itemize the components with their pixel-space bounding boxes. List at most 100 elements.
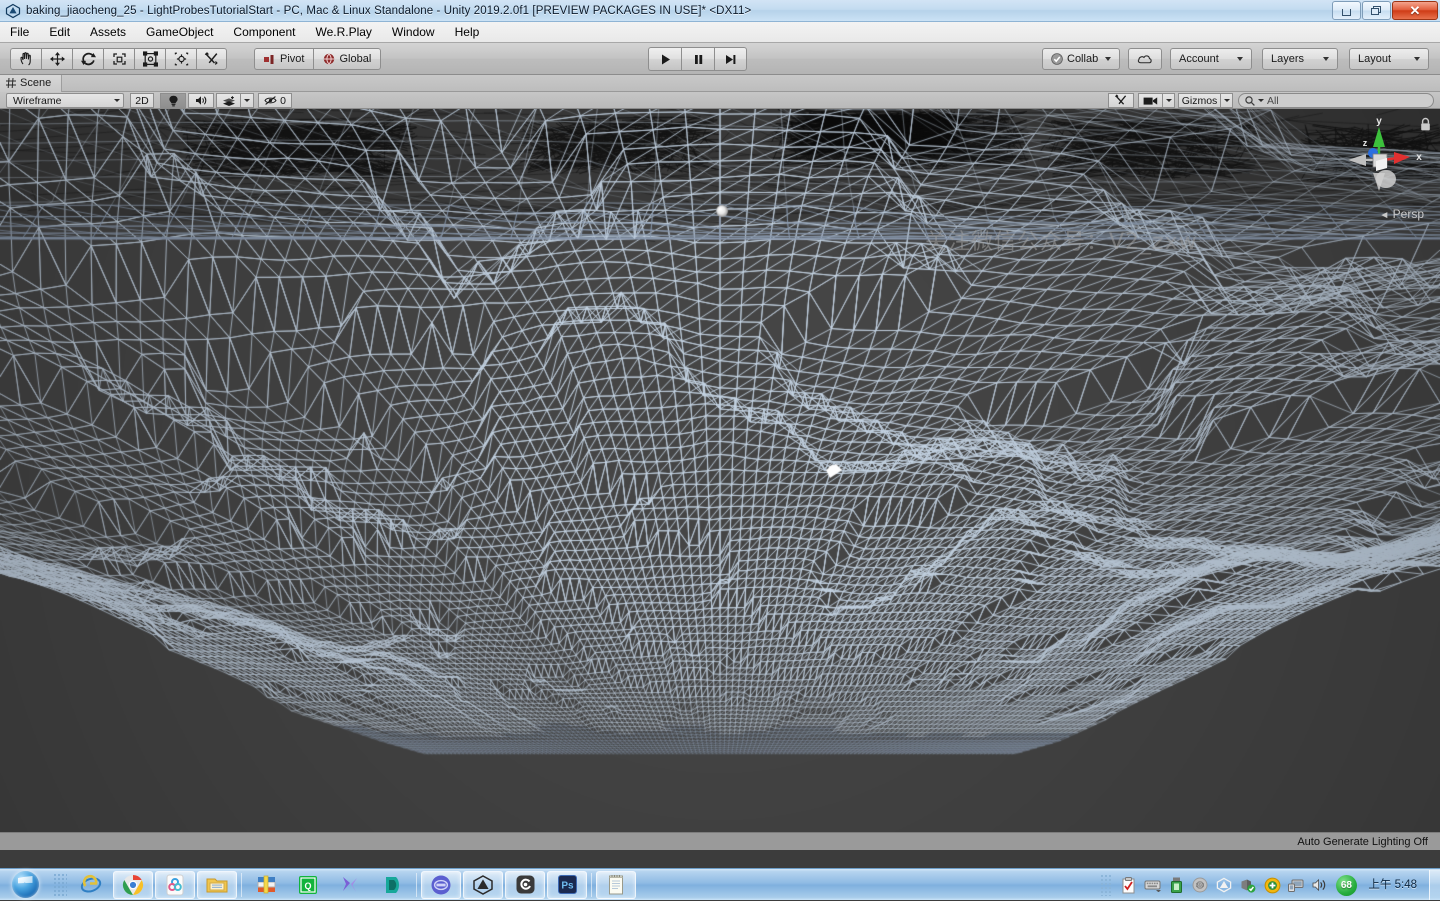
scene-camera-button[interactable] xyxy=(1138,93,1162,108)
menu-gameobject[interactable]: GameObject xyxy=(137,23,222,41)
rotate-tool-button[interactable] xyxy=(72,48,103,70)
chevron-down-icon xyxy=(1323,57,1329,61)
custom-tool-button[interactable] xyxy=(196,48,227,70)
menu-assets[interactable]: Assets xyxy=(81,23,135,41)
account-label: Account xyxy=(1179,53,1219,65)
panel-tabbar: Scene xyxy=(0,74,1440,92)
speaker-icon xyxy=(195,96,206,105)
taskbar-google-chrome-icon[interactable] xyxy=(113,870,153,899)
pivot-toggle[interactable]: Pivot xyxy=(254,48,314,70)
scene-viewport[interactable]: 关注微信公众号：V2_zxw y x z ◄ Persp Auto Genera… xyxy=(0,109,1440,850)
tray-gray-disc-icon[interactable]: 360 xyxy=(1189,873,1211,897)
taskbar-clock[interactable]: 上午 5:48 xyxy=(1360,879,1427,892)
taskbar-notepad-icon[interactable] xyxy=(596,870,636,899)
scene-wireframe-render[interactable] xyxy=(0,109,1440,850)
layers-label: Layers xyxy=(1271,53,1305,65)
auto-generate-lighting-status: Auto Generate Lighting Off xyxy=(1297,835,1428,848)
collab-button[interactable]: Collab xyxy=(1042,48,1120,70)
main-toolbar: Pivot Global Collab Account Layers Layou… xyxy=(0,43,1440,75)
camera-icon xyxy=(1143,96,1158,105)
tray-unity-hub-icon[interactable] xyxy=(1213,873,1235,897)
menu-file[interactable]: File xyxy=(1,23,38,41)
taskbar-teal-app-icon[interactable] xyxy=(372,871,412,899)
gizmos-dropdown[interactable] xyxy=(1220,93,1233,108)
window-titlebar: baking_jiaocheng_25 - LightProbesTutoria… xyxy=(0,0,1440,22)
scene-search-placeholder: All xyxy=(1267,94,1279,107)
taskbar-winrar-icon[interactable] xyxy=(246,871,286,899)
layers-dropdown[interactable]: Layers xyxy=(1262,48,1338,70)
menu-edit[interactable]: Edit xyxy=(40,23,79,41)
search-icon xyxy=(1245,95,1255,106)
taskbar-blue-stamp-app-icon[interactable] xyxy=(421,870,461,899)
system-tray: 360 68 上午 5:48 xyxy=(1100,869,1440,901)
grid-icon xyxy=(6,78,16,88)
restore-button[interactable] xyxy=(1362,1,1391,20)
taskbar-internet-explorer-icon[interactable] xyxy=(71,871,111,899)
gizmos-button[interactable]: Gizmos xyxy=(1178,93,1220,108)
scene-fx-dropdown[interactable] xyxy=(240,93,254,108)
windows-taskbar: Q Ps 360 68 上午 5:48 xyxy=(0,868,1440,900)
account-dropdown[interactable]: Account xyxy=(1170,48,1252,70)
taskbar-unity-editor-icon[interactable] xyxy=(463,870,503,899)
gizmos-label: Gizmos xyxy=(1181,94,1218,107)
taskbar-firefox-variant-icon[interactable] xyxy=(330,871,370,899)
play-controls-group xyxy=(648,47,747,71)
quick-launch-handle[interactable] xyxy=(53,872,67,897)
minimize-button[interactable] xyxy=(1332,1,1361,20)
play-button[interactable] xyxy=(648,47,681,71)
scene-audio-toggle[interactable] xyxy=(188,93,214,108)
pause-button[interactable] xyxy=(681,47,714,71)
taskbar-qq-app-icon[interactable]: Q xyxy=(288,871,328,899)
tray-antivirus-icon[interactable] xyxy=(1261,873,1283,897)
step-button[interactable] xyxy=(714,47,747,71)
tray-security-shield-icon[interactable] xyxy=(1237,873,1259,897)
tray-temperature-badge[interactable]: 68 xyxy=(1333,873,1359,897)
tray-usb-device-icon[interactable] xyxy=(1165,873,1187,897)
layout-dropdown[interactable]: Layout xyxy=(1349,48,1429,70)
move-tool-button[interactable] xyxy=(41,48,72,70)
minimize-icon xyxy=(1342,8,1351,16)
show-desktop-button[interactable] xyxy=(1429,870,1440,900)
chevron-down-icon xyxy=(1258,99,1264,102)
gizmo-lock-icon[interactable] xyxy=(1419,117,1432,137)
scale-tool-button[interactable] xyxy=(103,48,134,70)
scene-search-field[interactable]: All xyxy=(1238,93,1434,108)
taskbar-spiral-app-icon[interactable] xyxy=(505,870,545,899)
menu-window[interactable]: Window xyxy=(383,23,444,41)
close-button[interactable]: ✕ xyxy=(1392,1,1438,20)
tray-keyboard-ime-icon[interactable] xyxy=(1141,873,1163,897)
tab-scene[interactable]: Scene xyxy=(0,74,63,92)
pivot-group: Pivot Global xyxy=(254,48,382,70)
hand-tool-button[interactable] xyxy=(10,48,41,70)
cloud-button[interactable] xyxy=(1128,48,1162,70)
hidden-count-label: 0 xyxy=(280,94,286,107)
start-button[interactable] xyxy=(0,870,50,900)
scene-status-strip: Auto Generate Lighting Off xyxy=(0,832,1440,850)
wrench-screwdriver-icon xyxy=(1115,94,1127,105)
scene-tools-button[interactable] xyxy=(1108,93,1134,108)
2d-label: 2D xyxy=(135,94,149,107)
rect-tool-button[interactable] xyxy=(134,48,165,70)
collab-label: Collab xyxy=(1067,53,1099,65)
tray-grip[interactable] xyxy=(1100,874,1113,896)
tray-network-icon[interactable] xyxy=(1285,873,1307,897)
menu-werplay[interactable]: We.R.Play xyxy=(306,23,380,41)
chevron-down-icon xyxy=(244,99,250,102)
menu-component[interactable]: Component xyxy=(224,23,304,41)
transform-tool-button[interactable] xyxy=(165,48,196,70)
scene-fx-toggle[interactable] xyxy=(216,93,240,108)
taskbar-cloud-sync-icon[interactable] xyxy=(155,870,195,899)
projection-mode-label[interactable]: ◄ Persp xyxy=(1379,207,1424,221)
scene-camera-dropdown[interactable] xyxy=(1162,93,1175,108)
tray-clipboard-icon[interactable] xyxy=(1117,873,1139,897)
taskbar-file-explorer-icon[interactable] xyxy=(197,870,237,899)
taskbar-photoshop-icon[interactable]: Ps xyxy=(547,870,587,899)
menu-help[interactable]: Help xyxy=(446,23,489,41)
hidden-objects-button[interactable]: 0 xyxy=(258,93,292,108)
eye-off-icon xyxy=(264,96,277,105)
global-toggle[interactable]: Global xyxy=(313,48,382,70)
draw-mode-dropdown[interactable]: Wireframe xyxy=(6,93,124,108)
scene-lighting-toggle[interactable] xyxy=(160,93,186,108)
tray-volume-icon[interactable] xyxy=(1309,873,1331,897)
2d-toggle-button[interactable]: 2D xyxy=(130,93,154,108)
